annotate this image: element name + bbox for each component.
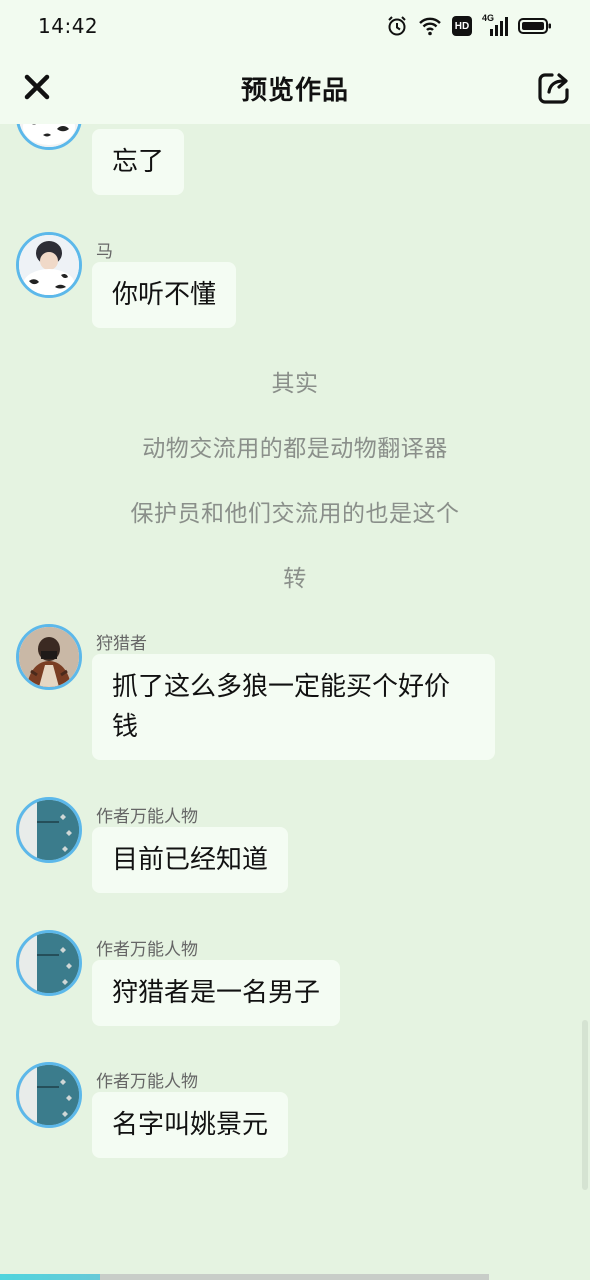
avatar[interactable] — [16, 1062, 82, 1128]
narration-line: 保护员和他们交流用的也是这个 — [130, 501, 460, 527]
message-text: 狩猎者是一名男子 — [112, 978, 321, 1008]
message-text: 名字叫姚景元 — [112, 1110, 269, 1140]
sender-name: 狩猎者 — [96, 634, 147, 654]
page-title: 预览作品 — [240, 75, 349, 106]
sender-name: 作者万能人物 — [96, 807, 198, 827]
sender-name: 马 — [96, 242, 113, 262]
progress-buffer — [100, 1274, 489, 1280]
message-text: 抓了这么多狼一定能买个好价钱 — [112, 672, 451, 742]
sender-name: 作者万能人物 — [96, 940, 198, 960]
avatar[interactable] — [16, 124, 82, 150]
nav-bar: 预览作品 — [0, 52, 590, 124]
avatar[interactable] — [16, 624, 82, 690]
status-bar: 14:42 HD 4G — [0, 0, 590, 52]
message-bubble: 忘了 — [92, 129, 185, 195]
message-bubble: 目前已经知道 — [92, 827, 289, 893]
message-text: 目前已经知道 — [112, 845, 269, 875]
scrollbar[interactable] — [582, 1020, 588, 1190]
hd-badge: HD — [452, 16, 472, 36]
message-bubble: 狩猎者是一名男子 — [92, 960, 341, 1026]
alarm-icon — [386, 15, 408, 37]
status-time: 14:42 — [38, 14, 99, 38]
share-icon[interactable] — [536, 70, 572, 106]
status-icons: HD 4G — [386, 13, 552, 37]
avatar[interactable] — [16, 930, 82, 996]
wifi-icon — [418, 16, 442, 36]
progress-fill — [0, 1274, 100, 1280]
chat-area[interactable]: 忘了 马 你听不懂 其实 动物交流用的都是动物翻译器 保护员和他们交流用的也是这… — [0, 124, 590, 1274]
avatar[interactable] — [16, 232, 82, 298]
sender-name: 作者万能人物 — [96, 1072, 198, 1092]
playback-progress-bar[interactable] — [0, 1274, 590, 1280]
message-text: 忘了 — [112, 147, 165, 177]
narration-line: 动物交流用的都是动物翻译器 — [142, 436, 448, 462]
signal-icon: 4G — [482, 13, 508, 36]
message-bubble: 名字叫姚景元 — [92, 1092, 289, 1158]
close-icon[interactable] — [20, 70, 54, 104]
avatar[interactable] — [16, 797, 82, 863]
message-bubble: 抓了这么多狼一定能买个好价钱 — [92, 654, 495, 760]
narration-line: 其实 — [271, 371, 319, 397]
message-text: 你听不懂 — [112, 280, 217, 310]
message-bubble: 你听不懂 — [92, 262, 237, 328]
battery-icon — [518, 17, 552, 35]
narration-line: 转 — [283, 566, 307, 592]
